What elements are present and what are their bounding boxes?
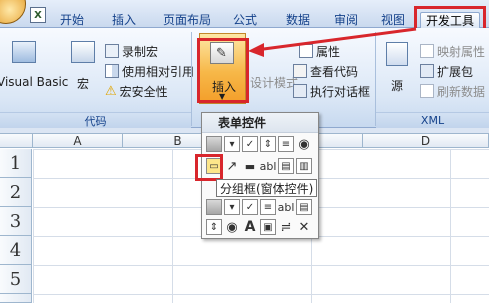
combo-box-activex[interactable]: ▾ xyxy=(224,199,240,215)
relative-references-label: 使用相对引用 xyxy=(122,64,195,79)
map-properties-label: 映射属性 xyxy=(437,44,486,59)
refresh-data-icon xyxy=(420,84,434,98)
spin-button-form-control[interactable]: ⇕ xyxy=(260,136,276,152)
scroll-bar-activex[interactable]: ▤ xyxy=(296,199,312,215)
spin-button-activex[interactable]: ⇕ xyxy=(206,219,222,235)
xml-source-label: 源 xyxy=(391,79,404,93)
command-button-activex[interactable] xyxy=(206,199,222,215)
row-header-4[interactable]: 4 xyxy=(0,236,32,265)
button-form-control[interactable] xyxy=(206,136,222,152)
macros-button[interactable]: 宏 xyxy=(68,37,98,97)
check-box-activex[interactable]: ✓ xyxy=(242,199,258,215)
record-macro-icon xyxy=(105,44,119,58)
refresh-data-label: 刷新数据 xyxy=(437,84,486,99)
xml-group-label: XML xyxy=(376,112,489,128)
row-header-5[interactable]: 5 xyxy=(0,265,32,294)
list-box-form-control[interactable]: ≡ xyxy=(278,136,294,152)
visual-basic-button[interactable]: Visual Basic xyxy=(0,37,68,97)
code-group-label: 代码 xyxy=(0,112,191,128)
option-button-activex[interactable]: ◉ xyxy=(224,219,240,235)
image-activex[interactable]: ▣ xyxy=(260,219,276,235)
red-arrow-annotation xyxy=(248,27,417,57)
text-field-form-control[interactable]: abl xyxy=(260,158,276,174)
visual-basic-label: Visual Basic xyxy=(0,75,69,89)
label-form-control[interactable]: ↗ xyxy=(224,158,240,174)
expansion-packs-icon xyxy=(420,64,434,78)
design-mode-label[interactable]: 设计模式 xyxy=(250,74,298,91)
view-code-button[interactable]: 查看代码 xyxy=(293,62,358,80)
combo-list-form-control[interactable]: ▤ xyxy=(278,158,294,174)
row-header-3[interactable]: 3 xyxy=(0,207,32,236)
excel-icon[interactable]: X xyxy=(30,7,46,23)
view-code-icon xyxy=(293,64,307,78)
relative-references-icon xyxy=(105,64,119,78)
combo-dropdown-form-control[interactable]: ▥ xyxy=(296,158,312,174)
expansion-packs-label: 扩展包 xyxy=(437,64,474,79)
form-controls-title: 表单控件 xyxy=(202,113,318,133)
label-activex[interactable]: A xyxy=(242,219,258,235)
scroll-bar-form-control[interactable]: ▬ xyxy=(242,158,258,174)
record-macro-button[interactable]: 录制宏 xyxy=(105,42,158,60)
macro-security-label: 宏安全性 xyxy=(119,84,168,99)
macros-icon xyxy=(71,41,95,63)
view-code-label: 查看代码 xyxy=(310,64,359,79)
column-header-d[interactable]: D xyxy=(363,134,489,148)
more-controls-icon[interactable]: ✕ xyxy=(296,219,312,235)
run-dialog-icon xyxy=(293,84,307,98)
tab-home[interactable]: 开始 xyxy=(56,10,88,28)
macros-label: 宏 xyxy=(77,77,90,91)
check-box-form-control[interactable]: ✓ xyxy=(242,136,258,152)
run-dialog-button[interactable]: 执行对话框 xyxy=(293,82,370,100)
row-header-2[interactable]: 2 xyxy=(0,178,32,207)
select-all-corner[interactable] xyxy=(0,134,33,148)
relative-references-button[interactable]: 使用相对引用 xyxy=(105,62,194,80)
group-box-tooltip: 分组框(窗体控件) xyxy=(216,179,318,197)
row-header-1[interactable]: 1 xyxy=(0,149,32,178)
run-dialog-label: 执行对话框 xyxy=(310,84,371,99)
toggle-button-activex[interactable]: ≓ xyxy=(278,219,294,235)
text-box-activex[interactable]: abl xyxy=(278,199,294,215)
combo-box-form-control[interactable]: ▾ xyxy=(224,136,240,152)
tab-insert[interactable]: 插入 xyxy=(108,10,140,28)
macro-security-button[interactable]: ⚠ 宏安全性 xyxy=(105,82,168,100)
group-separator xyxy=(191,32,192,126)
record-macro-label: 录制宏 xyxy=(122,44,159,59)
visual-basic-icon xyxy=(12,41,36,63)
warning-icon: ⚠ xyxy=(105,83,117,99)
option-button-form-control[interactable]: ◉ xyxy=(296,136,312,152)
row-header-6[interactable] xyxy=(0,294,32,303)
expansion-packs-button[interactable]: 扩展包 xyxy=(420,62,473,80)
tab-page-layout[interactable]: 页面布局 xyxy=(158,10,216,28)
group-box-highlight xyxy=(195,154,223,181)
column-header-a[interactable]: A xyxy=(33,134,123,148)
refresh-data-button[interactable]: 刷新数据 xyxy=(420,82,485,100)
list-box-activex[interactable]: ≡ xyxy=(260,199,276,215)
